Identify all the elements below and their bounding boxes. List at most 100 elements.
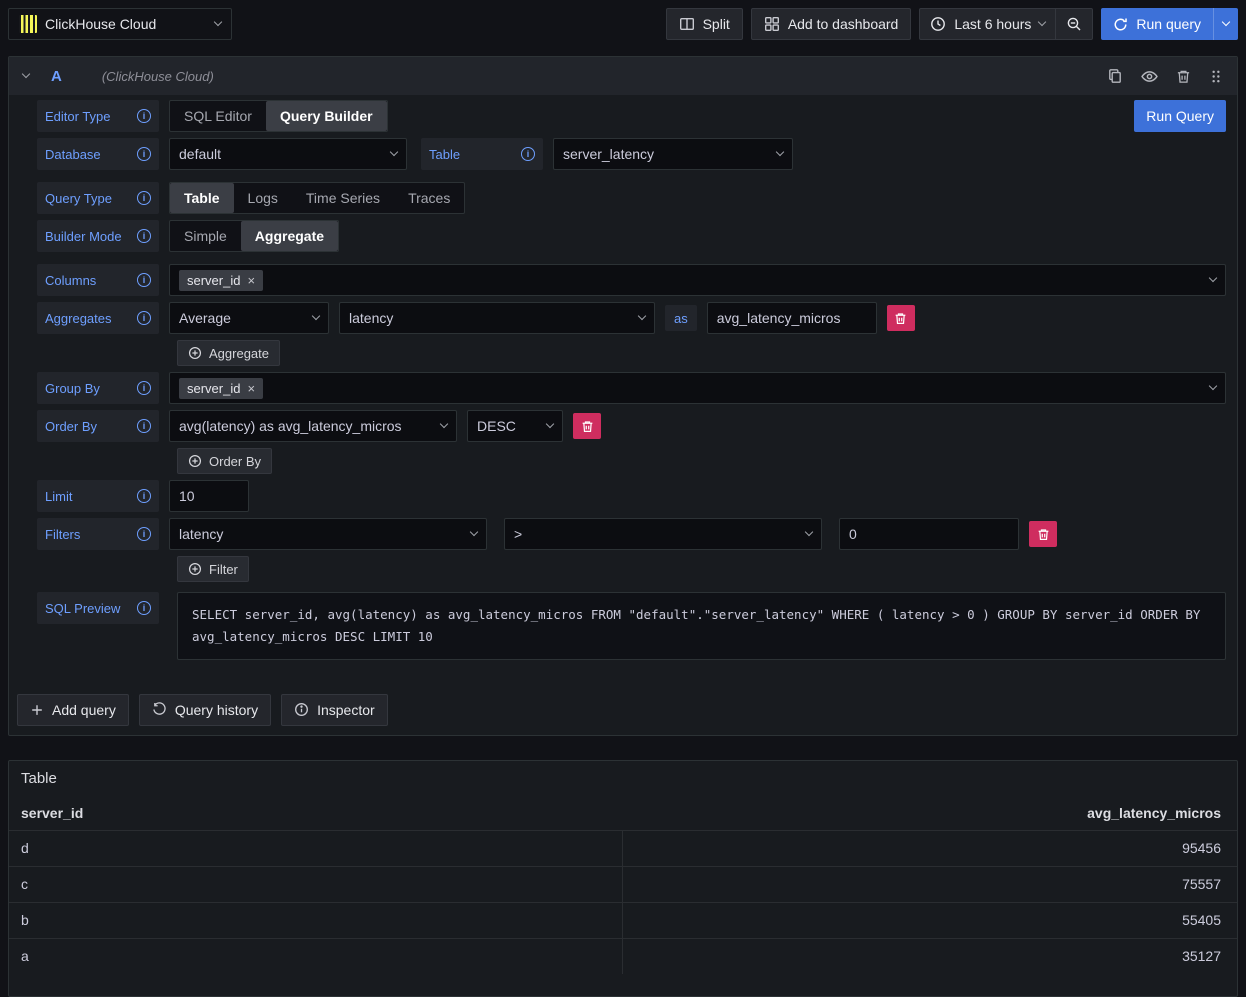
table-row[interactable]: c 75557	[9, 866, 1237, 902]
filter-operator-select[interactable]: >	[504, 518, 822, 550]
as-label: as	[665, 305, 697, 331]
remove-aggregate-button[interactable]	[887, 305, 915, 331]
aggregate-function-select[interactable]: Average	[169, 302, 329, 334]
cell-avg-latency: 55405	[623, 903, 1237, 938]
info-icon[interactable]: i	[137, 489, 151, 503]
table-label: Table i	[421, 138, 543, 170]
database-select[interactable]: default	[169, 138, 407, 170]
query-builder-form: Editor Type i SQL Editor Query Builder R…	[9, 95, 1237, 660]
chevron-down-icon	[1038, 18, 1046, 26]
info-icon[interactable]: i	[137, 527, 151, 541]
eye-icon[interactable]	[1141, 68, 1158, 85]
query-type-option-table[interactable]: Table	[170, 183, 234, 213]
run-query-label: Run query	[1136, 16, 1201, 32]
query-history-button[interactable]: Query history	[139, 694, 271, 726]
add-to-dashboard-icon	[764, 16, 780, 32]
datasource-name: ClickHouse Cloud	[45, 16, 207, 32]
editor-type-option-sql-editor[interactable]: SQL Editor	[170, 101, 266, 131]
split-icon	[679, 16, 695, 32]
remove-chip-icon[interactable]: ×	[247, 274, 255, 287]
datasource-picker[interactable]: ClickHouse Cloud	[8, 8, 232, 40]
group-by-chip[interactable]: server_id ×	[179, 378, 263, 399]
split-label: Split	[703, 16, 730, 32]
chevron-down-icon	[1209, 382, 1217, 390]
run-query-button[interactable]: Run query	[1101, 8, 1213, 40]
clickhouse-logo-icon	[19, 15, 37, 33]
query-type-option-logs[interactable]: Logs	[234, 183, 292, 213]
add-to-dashboard-button[interactable]: Add to dashboard	[751, 8, 912, 40]
inspector-button[interactable]: Inspector	[281, 694, 388, 726]
remove-order-by-button[interactable]	[573, 413, 601, 439]
trash-icon[interactable]	[1176, 69, 1191, 84]
builder-mode-option-aggregate[interactable]: Aggregate	[241, 221, 338, 251]
add-order-by-row: Order By	[177, 448, 1226, 474]
plus-circle-icon	[188, 454, 202, 468]
editor-type-option-query-builder[interactable]: Query Builder	[266, 101, 387, 131]
sql-preview-code: SELECT server_id, avg(latency) as avg_la…	[177, 592, 1226, 660]
info-icon[interactable]: i	[137, 381, 151, 395]
columns-multiselect[interactable]: server_id ×	[169, 264, 1226, 296]
cell-server-id: a	[9, 939, 623, 974]
add-query-button[interactable]: Add query	[17, 694, 129, 726]
info-icon[interactable]: i	[137, 191, 151, 205]
group-by-label: Group By i	[37, 372, 159, 404]
query-type-option-traces[interactable]: Traces	[394, 183, 464, 213]
aggregate-column-select[interactable]: latency	[339, 302, 655, 334]
time-range-button[interactable]: Last 6 hours	[920, 9, 1055, 39]
editor-type-label: Editor Type i	[37, 100, 159, 132]
table-row[interactable]: b 55405	[9, 902, 1237, 938]
info-icon[interactable]: i	[137, 311, 151, 325]
column-header-server-id[interactable]: server_id	[21, 805, 83, 821]
query-type-option-time-series[interactable]: Time Series	[292, 183, 394, 213]
table-select[interactable]: server_latency	[553, 138, 793, 170]
table-header-row: server_id avg_latency_micros	[9, 797, 1237, 830]
info-icon[interactable]: i	[521, 147, 535, 161]
remove-chip-icon[interactable]: ×	[247, 382, 255, 395]
add-filter-button[interactable]: Filter	[177, 556, 249, 582]
aggregates-row: Aggregates i Average latency as	[37, 302, 1226, 334]
aggregate-alias-input[interactable]	[707, 302, 877, 334]
filter-field-select[interactable]: latency	[169, 518, 487, 550]
info-icon[interactable]: i	[137, 229, 151, 243]
sql-preview-label: SQL Preview i	[37, 592, 159, 624]
info-icon[interactable]: i	[137, 601, 151, 615]
add-aggregate-button[interactable]: Aggregate	[177, 340, 280, 366]
query-ref-id[interactable]: A	[51, 68, 62, 85]
drag-handle-icon[interactable]	[1209, 69, 1223, 84]
cell-avg-latency: 95456	[623, 831, 1237, 866]
info-icon[interactable]: i	[137, 273, 151, 287]
info-circle-icon	[294, 702, 309, 717]
top-toolbar: ClickHouse Cloud Split Add to dashboard …	[0, 0, 1246, 48]
collapse-caret-icon[interactable]	[22, 70, 30, 78]
remove-filter-button[interactable]	[1029, 521, 1057, 547]
zoom-out-icon	[1066, 16, 1082, 32]
filter-value-input[interactable]	[839, 518, 1019, 550]
query-type-label: Query Type i	[37, 182, 159, 214]
zoom-out-time-button[interactable]	[1056, 9, 1092, 39]
column-header-avg-latency-micros[interactable]: avg_latency_micros	[1087, 805, 1221, 821]
chevron-down-icon	[214, 18, 222, 26]
info-icon[interactable]: i	[137, 109, 151, 123]
group-by-multiselect[interactable]: server_id ×	[169, 372, 1226, 404]
column-chip[interactable]: server_id ×	[179, 270, 263, 291]
run-query-inline-button[interactable]: Run Query	[1134, 100, 1226, 132]
trash-icon	[894, 312, 907, 325]
order-by-label: Order By i	[37, 410, 159, 442]
chevron-down-icon	[390, 148, 398, 156]
duplicate-icon[interactable]	[1107, 68, 1123, 84]
chevron-down-icon	[440, 420, 448, 428]
toolbar-actions: Split Add to dashboard Last 6 hours Run …	[666, 8, 1238, 40]
run-query-options-button[interactable]	[1213, 8, 1238, 40]
split-button[interactable]: Split	[666, 8, 743, 40]
run-query-split-button: Run query	[1101, 8, 1238, 40]
order-by-direction-select[interactable]: DESC	[467, 410, 563, 442]
builder-mode-option-simple[interactable]: Simple	[170, 221, 241, 251]
limit-input[interactable]	[169, 480, 249, 512]
info-icon[interactable]: i	[137, 147, 151, 161]
table-row[interactable]: d 95456	[9, 830, 1237, 866]
add-order-by-button[interactable]: Order By	[177, 448, 272, 474]
info-icon[interactable]: i	[137, 419, 151, 433]
cell-avg-latency: 35127	[623, 939, 1237, 974]
order-by-field-select[interactable]: avg(latency) as avg_latency_micros	[169, 410, 457, 442]
datasource-hint: (ClickHouse Cloud)	[102, 69, 214, 84]
